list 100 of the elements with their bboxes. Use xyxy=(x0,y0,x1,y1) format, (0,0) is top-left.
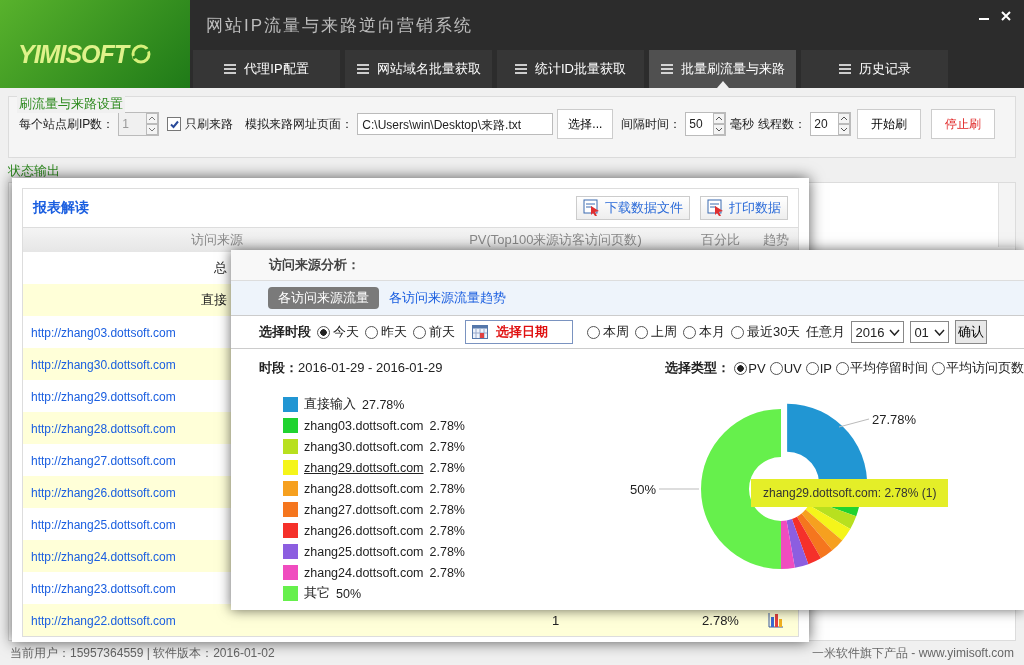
legend-label[interactable]: zhang27.dottsoft.com xyxy=(304,502,424,517)
nav-tab[interactable]: 网站域名批量获取 xyxy=(345,50,492,88)
radio-label: 前天 xyxy=(429,323,455,341)
confirm-button[interactable]: 确认 xyxy=(954,320,987,344)
radio-button[interactable] xyxy=(413,325,426,339)
status-text: 当前用户：15957364559 | 软件版本：2016-01-02 xyxy=(10,644,275,662)
view-tab[interactable]: 各访问来源流量趋势 xyxy=(389,289,506,307)
radio-button[interactable] xyxy=(365,325,378,339)
bar-chart-icon[interactable] xyxy=(767,612,784,628)
chevron-down-icon xyxy=(933,328,945,336)
date-picker-field[interactable]: 选择日期 xyxy=(465,320,573,344)
source-link[interactable]: http://zhang24.dottsoft.com xyxy=(31,549,176,564)
table-cell: 1 xyxy=(551,612,560,628)
source-link[interactable]: http://zhang26.dottsoft.com xyxy=(31,485,176,500)
radio-button[interactable] xyxy=(836,361,849,375)
source-link[interactable]: http://zhang28.dottsoft.com xyxy=(31,421,176,436)
pie-slice[interactable] xyxy=(805,505,851,541)
legend-label[interactable]: zhang30.dottsoft.com xyxy=(304,439,424,454)
source-link[interactable]: http://zhang27.dottsoft.com xyxy=(31,453,176,468)
source-link[interactable]: http://zhang22.dottsoft.com xyxy=(31,613,176,628)
radio-label: 平均访问页数 xyxy=(946,359,1024,377)
source-link[interactable]: http://zhang03.dottsoft.com xyxy=(31,325,176,340)
radio-button[interactable] xyxy=(734,361,748,375)
vendor-text: 一米软件旗下产品 - www.yimisoft.com xyxy=(812,644,1014,662)
scrollbar[interactable] xyxy=(998,183,1015,247)
data-label: 27.78% xyxy=(872,412,917,427)
view-tab[interactable]: 各访问来源流量 xyxy=(268,287,379,309)
legend-label[interactable]: zhang25.dottsoft.com xyxy=(304,544,424,559)
radio-button[interactable] xyxy=(731,325,744,339)
legend-label[interactable]: zhang03.dottsoft.com xyxy=(304,418,424,433)
pie-slice[interactable] xyxy=(801,509,843,551)
radio-button[interactable] xyxy=(932,361,945,375)
report-button[interactable]: 打印数据 xyxy=(700,196,788,220)
nav-tab[interactable]: 代理IP配置 xyxy=(193,50,340,88)
menu-icon xyxy=(224,64,237,74)
radio-label: 上周 xyxy=(651,323,677,341)
radio-button[interactable] xyxy=(805,361,819,375)
field-label: 模拟来路网址页面： xyxy=(245,115,354,133)
document-cursor-icon xyxy=(583,199,601,217)
chevron-down-icon xyxy=(889,328,901,336)
report-button[interactable]: 下载数据文件 xyxy=(576,196,690,220)
legend-label[interactable]: zhang26.dottsoft.com xyxy=(304,523,424,538)
legend-value: 2.78% xyxy=(429,565,465,580)
year-select[interactable]: 2016 xyxy=(851,321,905,343)
radio-button[interactable] xyxy=(635,325,648,339)
radio-button[interactable] xyxy=(683,325,696,339)
number-spinner[interactable]: 20 xyxy=(810,112,852,136)
radio-label: 昨天 xyxy=(381,323,407,341)
source-link[interactable]: http://zhang29.dottsoft.com xyxy=(31,389,176,404)
radio-label: UV xyxy=(783,360,802,376)
legend-label[interactable]: 其它 xyxy=(304,585,330,602)
nav-tab[interactable]: 批量刷流量与来路 xyxy=(649,50,796,88)
radio-label: 平均停留时间 xyxy=(850,359,928,377)
radio-label: PV xyxy=(748,360,766,376)
unit-label: 毫秒 xyxy=(730,115,755,133)
radio-button[interactable] xyxy=(769,361,783,375)
menu-icon xyxy=(356,64,369,74)
logo-text: YIMISOFT xyxy=(18,39,129,69)
legend-value: 2.78% xyxy=(429,544,465,559)
nav-tab[interactable]: 统计ID批量获取 xyxy=(497,50,644,88)
date-range-text: 时段：2016-01-29 - 2016-01-29 xyxy=(259,359,443,377)
browse-button[interactable]: 选择... xyxy=(557,109,614,139)
month-select[interactable]: 01 xyxy=(910,321,949,343)
source-link[interactable]: http://zhang25.dottsoft.com xyxy=(31,517,176,532)
file-path-field[interactable]: C:\Users\win\Desktop\来路.txt xyxy=(357,113,554,135)
table-cell: 直接 xyxy=(201,292,227,307)
number-spinner[interactable]: 50 xyxy=(685,112,727,136)
nav-tab[interactable]: 历史记录 xyxy=(801,50,948,88)
checkbox[interactable] xyxy=(167,117,182,131)
field-label: 线程数： xyxy=(758,115,807,133)
field-label: 选择时段 xyxy=(259,323,311,341)
spin-arrows-icon[interactable] xyxy=(713,113,726,135)
field-label: 每个站点刷IP数： xyxy=(19,115,115,133)
menu-icon xyxy=(515,64,527,74)
radio-label: IP xyxy=(819,360,832,376)
legend-label[interactable]: 直接输入 xyxy=(304,396,356,413)
close-icon[interactable] xyxy=(1000,10,1012,22)
legend-label[interactable]: zhang28.dottsoft.com xyxy=(304,481,424,496)
legend-value: 50% xyxy=(336,586,362,601)
spin-arrows-icon[interactable] xyxy=(838,113,851,135)
pie-slice[interactable] xyxy=(786,519,809,568)
pie-slice[interactable] xyxy=(780,520,795,569)
leader-line xyxy=(838,418,870,428)
legend-label[interactable]: zhang24.dottsoft.com xyxy=(304,565,424,580)
start-button[interactable]: 开始刷 xyxy=(857,109,922,139)
source-link[interactable]: http://zhang30.dottsoft.com xyxy=(31,357,176,372)
legend-value: 2.78% xyxy=(429,523,465,538)
radio-label: 今天 xyxy=(333,323,359,341)
legend-label[interactable]: zhang29.dottsoft.com xyxy=(304,460,424,475)
pie-slice[interactable] xyxy=(797,513,833,559)
source-link[interactable]: http://zhang23.dottsoft.com xyxy=(31,581,176,596)
radio-button[interactable] xyxy=(587,325,600,339)
legend-value: 2.78% xyxy=(429,481,465,496)
table-cell: 总 xyxy=(214,260,227,275)
stop-button[interactable]: 停止刷 xyxy=(931,109,996,139)
pie-slice[interactable] xyxy=(791,516,821,565)
panel-title: 访问来源分析： xyxy=(269,256,360,274)
column-header: 百分比 xyxy=(700,231,741,249)
radio-button[interactable] xyxy=(317,325,330,339)
group-title: 状态输出 xyxy=(8,162,61,180)
